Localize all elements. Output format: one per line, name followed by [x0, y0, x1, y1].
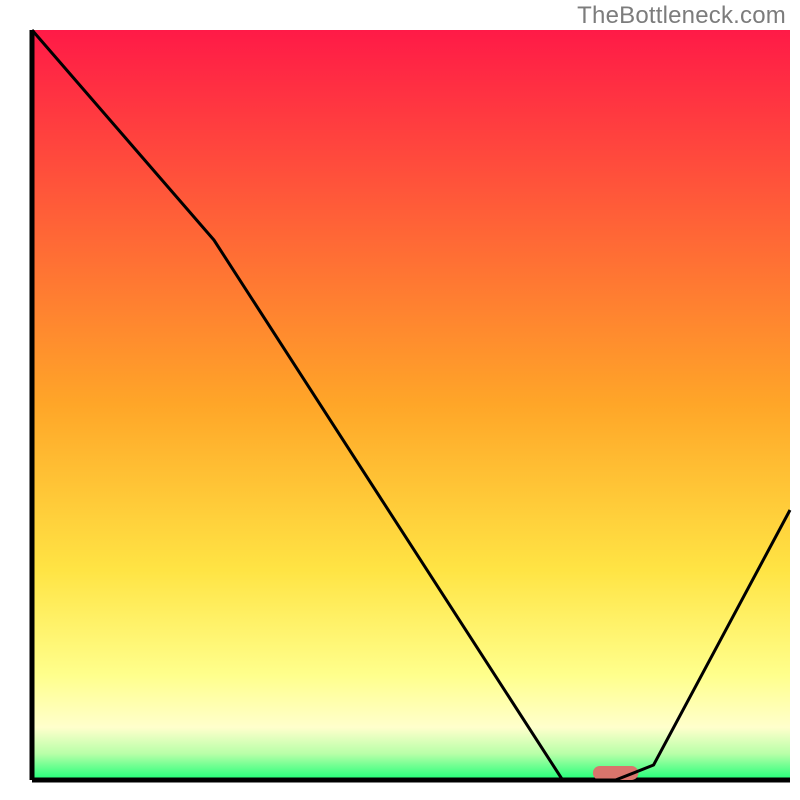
chart-background-gradient — [32, 30, 790, 780]
chart-container: TheBottleneck.com — [0, 0, 800, 800]
watermark-text: TheBottleneck.com — [577, 2, 786, 30]
bottleneck-chart — [0, 0, 800, 800]
